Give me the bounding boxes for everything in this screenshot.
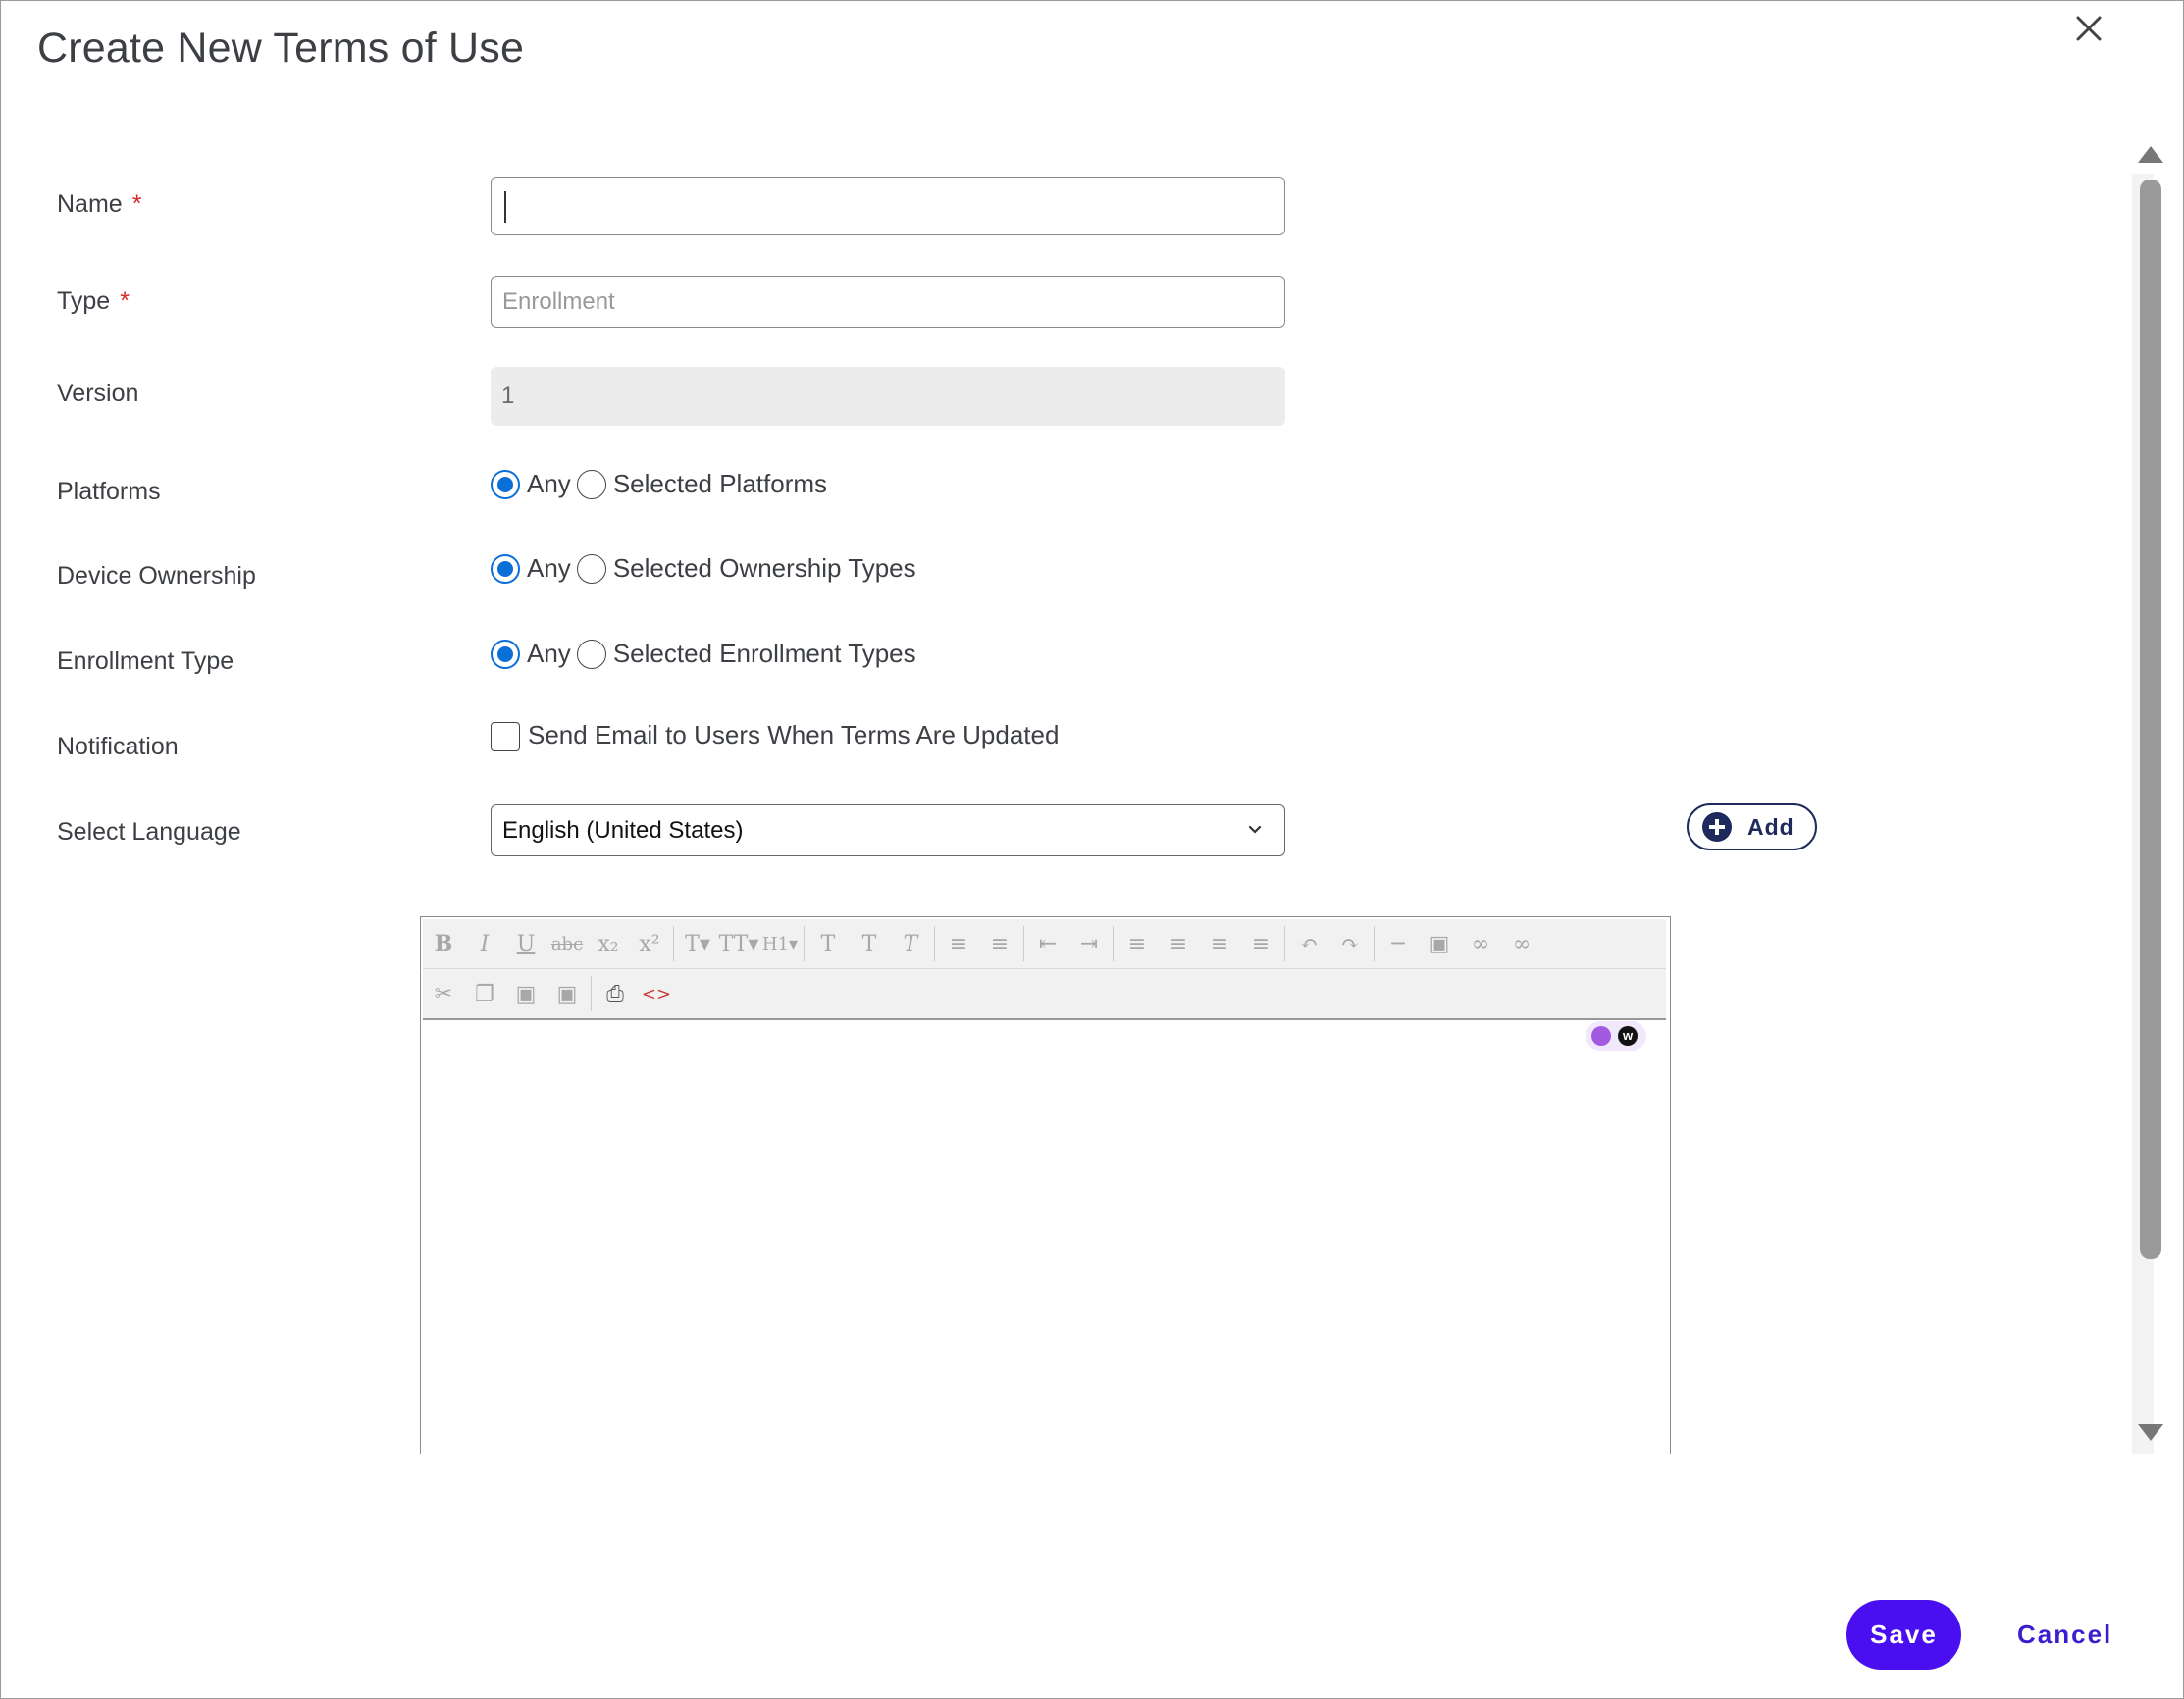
- cut-icon[interactable]: ✂: [423, 974, 464, 1013]
- ownership-any-radio[interactable]: [491, 553, 520, 584]
- unlink-icon[interactable]: ∞: [1501, 924, 1542, 963]
- text-caret: [504, 191, 506, 223]
- undo-icon[interactable]: ↶: [1288, 924, 1329, 963]
- paste-text-icon[interactable]: ▣: [546, 974, 588, 1013]
- paste-icon[interactable]: ▣: [505, 974, 546, 1013]
- enrollment-selected-radio[interactable]: [576, 639, 606, 669]
- print-icon[interactable]: ⎙: [595, 974, 636, 1013]
- version-field: 1: [491, 367, 1285, 426]
- enrollment-radio-group: Any Selected Enrollment Types: [491, 639, 922, 669]
- required-mark: *: [120, 287, 130, 315]
- outdent-icon[interactable]: ⇤: [1027, 924, 1068, 963]
- ai-assist-icon: [1591, 1026, 1611, 1046]
- toolbar-separator: [1374, 926, 1375, 961]
- text-color-icon[interactable]: T: [807, 924, 849, 963]
- highlight-icon[interactable]: T: [849, 924, 890, 963]
- version-label: Version: [57, 380, 139, 407]
- platforms-selected-radio[interactable]: [576, 469, 606, 499]
- cancel-button[interactable]: Cancel: [2017, 1620, 2112, 1650]
- subscript-icon[interactable]: x₂: [588, 924, 629, 963]
- chevron-down-icon: [1243, 817, 1267, 841]
- image-icon[interactable]: ▣: [1419, 924, 1460, 963]
- add-language-button[interactable]: Add: [1687, 803, 1817, 850]
- scroll-up-arrow-icon[interactable]: [2138, 146, 2163, 163]
- plus-circle-icon: [1702, 812, 1732, 842]
- scroll-down-arrow-icon[interactable]: [2138, 1424, 2163, 1441]
- align-right-icon[interactable]: ≡: [1199, 924, 1240, 963]
- editor-toolbar-row-1: B I U abc x₂ x² T▾ TT▾ H1▾ T T T ≡ ≡ ⇤ ⇥…: [423, 919, 1666, 969]
- font-family-icon[interactable]: TT▾: [718, 924, 759, 963]
- writing-assistant-icon: w: [1618, 1026, 1638, 1046]
- platforms-radio-group: Any Selected Platforms: [491, 469, 833, 499]
- editor-toolbar-row-2: ✂ ❐ ▣ ▣ ⎙ <>: [423, 969, 1666, 1020]
- enrollment-type-label: Enrollment Type: [57, 647, 234, 675]
- copy-icon[interactable]: ❐: [464, 974, 505, 1013]
- radio-label: Any: [527, 469, 571, 498]
- indent-icon[interactable]: ⇥: [1068, 924, 1110, 963]
- heading-icon[interactable]: H1▾: [759, 924, 801, 963]
- required-mark: *: [131, 190, 142, 218]
- ownership-selected-radio[interactable]: [576, 553, 606, 584]
- redo-icon[interactable]: ↷: [1329, 924, 1371, 963]
- radio-label: Selected Enrollment Types: [612, 639, 916, 668]
- notification-label: Notification: [57, 733, 179, 760]
- add-language-label: Add: [1747, 813, 1794, 840]
- editor-assistant-badge[interactable]: w: [1586, 1021, 1646, 1051]
- scrollbar-thumb[interactable]: [2140, 180, 2161, 1259]
- name-input[interactable]: [491, 177, 1285, 235]
- name-label: Name *: [57, 190, 142, 218]
- italic-icon[interactable]: I: [464, 924, 505, 963]
- horizontal-rule-icon[interactable]: ─: [1378, 924, 1419, 963]
- underline-icon[interactable]: U: [505, 924, 546, 963]
- dialog-title: Create New Terms of Use: [37, 25, 525, 72]
- platforms-any-radio[interactable]: [491, 469, 520, 499]
- save-button[interactable]: Save: [1846, 1600, 1961, 1670]
- rich-text-editor[interactable]: B I U abc x₂ x² T▾ TT▾ H1▾ T T T ≡ ≡ ⇤ ⇥…: [420, 916, 1671, 1454]
- platforms-label: Platforms: [57, 478, 161, 505]
- language-select-value: English (United States): [502, 816, 744, 844]
- language-select[interactable]: English (United States): [491, 804, 1285, 856]
- link-icon[interactable]: ∞: [1460, 924, 1501, 963]
- close-icon[interactable]: [2069, 9, 2108, 48]
- font-size-icon[interactable]: T▾: [677, 924, 718, 963]
- type-label: Type *: [57, 287, 130, 315]
- type-input[interactable]: Enrollment: [491, 276, 1285, 328]
- select-language-label: Select Language: [57, 818, 241, 846]
- toolbar-separator: [673, 926, 674, 961]
- bold-icon[interactable]: B: [423, 924, 464, 963]
- toolbar-separator: [934, 926, 935, 961]
- numbered-list-icon[interactable]: ≡: [979, 924, 1020, 963]
- toolbar-separator: [1284, 926, 1285, 961]
- toolbar-separator: [804, 926, 805, 961]
- toolbar-separator: [1113, 926, 1114, 961]
- source-code-icon[interactable]: <>: [636, 974, 677, 1013]
- align-left-icon[interactable]: ≡: [1117, 924, 1158, 963]
- device-ownership-label: Device Ownership: [57, 562, 256, 590]
- radio-label: Any: [527, 639, 571, 668]
- radio-label: Any: [527, 553, 571, 583]
- superscript-icon[interactable]: x²: [629, 924, 670, 963]
- ownership-radio-group: Any Selected Ownership Types: [491, 553, 922, 584]
- align-justify-icon[interactable]: ≡: [1240, 924, 1281, 963]
- toolbar-separator: [591, 976, 592, 1011]
- enrollment-any-radio[interactable]: [491, 639, 520, 669]
- terms-dialog: Create New Terms of Use Name * Type * Enro…: [0, 0, 2184, 1699]
- bullet-list-icon[interactable]: ≡: [938, 924, 979, 963]
- radio-label: Selected Ownership Types: [612, 553, 916, 583]
- radio-label: Selected Platforms: [612, 469, 828, 498]
- send-email-checkbox[interactable]: [491, 722, 520, 751]
- align-center-icon[interactable]: ≡: [1158, 924, 1199, 963]
- clear-format-icon[interactable]: T: [890, 924, 931, 963]
- send-email-checkbox-label: Send Email to Users When Terms Are Updat…: [528, 720, 1060, 749]
- strikethrough-icon[interactable]: abc: [546, 924, 588, 963]
- toolbar-separator: [1023, 926, 1024, 961]
